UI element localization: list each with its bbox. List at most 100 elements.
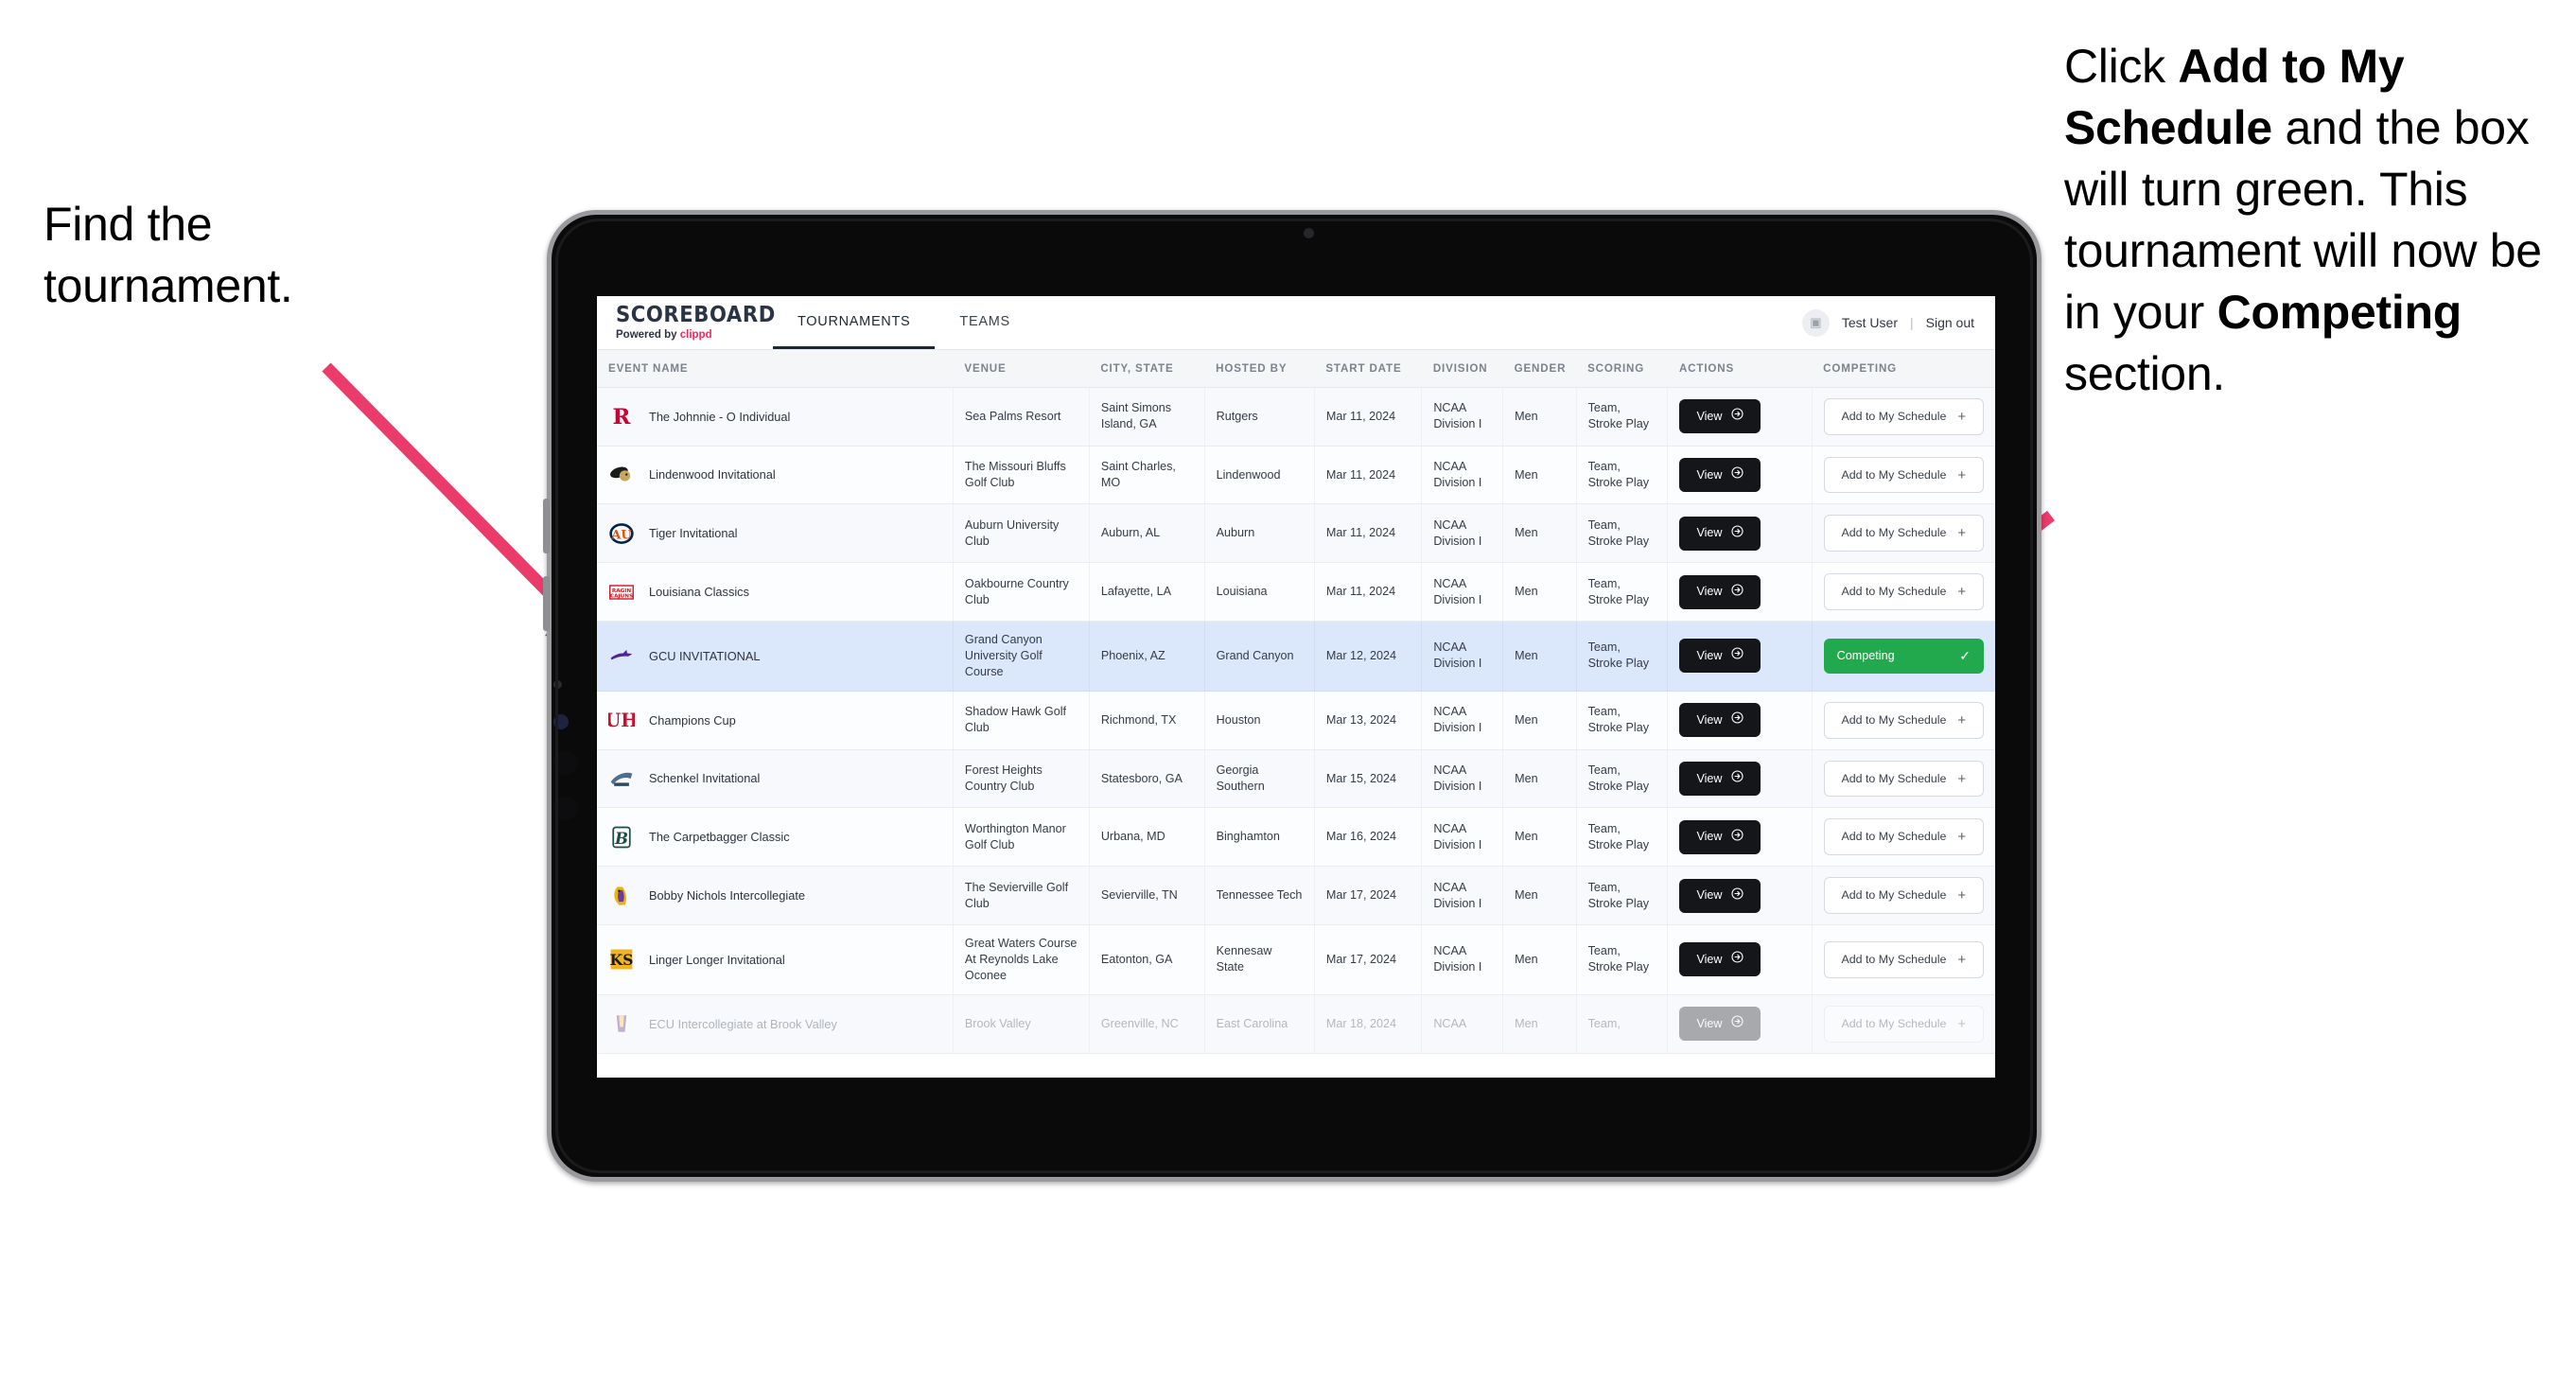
arrow-circle-right-icon	[1730, 1015, 1744, 1032]
table-row[interactable]: Lindenwood Invitational The Missouri Bluf…	[597, 446, 1995, 505]
view-button[interactable]: View	[1679, 703, 1761, 738]
table-row[interactable]: Schenkel Invitational Forest Heights Coun…	[597, 749, 1995, 809]
column-header-city-state: CITY, STATE	[1089, 350, 1205, 388]
view-button[interactable]: View	[1679, 458, 1761, 493]
table-row[interactable]: RAGIN CAJUNS Louisiana Classics Oakbourne C…	[597, 562, 1995, 622]
tab-teams[interactable]: TEAMS	[935, 296, 1034, 349]
cell-hosted-by: Grand Canyon	[1204, 621, 1315, 692]
cell-gender: Men	[1502, 924, 1577, 995]
sign-out-link[interactable]: Sign out	[1926, 315, 1974, 330]
powered-by-text: Powered by	[616, 329, 680, 341]
cell-actions: View	[1667, 994, 1813, 1054]
view-button[interactable]: View	[1679, 1007, 1761, 1042]
event-name-text: ECU Intercollegiate at Brook Valley	[649, 1016, 837, 1031]
view-button[interactable]: View	[1679, 399, 1761, 434]
table-row[interactable]: R The Johnnie - O Individual Sea Palms Res…	[597, 387, 1995, 447]
cell-competing: Add to My Schedule +	[1812, 924, 1995, 995]
view-button[interactable]: View	[1679, 878, 1761, 913]
view-button[interactable]: View	[1679, 819, 1761, 854]
cell-division: NCAA Division I	[1421, 387, 1504, 447]
cell-actions: View	[1667, 807, 1813, 868]
tournaments-table: EVENT NAME VENUE CITY, STATE HOSTED BY START…	[597, 350, 1995, 1054]
view-button[interactable]: View	[1679, 574, 1761, 609]
column-header-venue: VENUE	[953, 350, 1090, 388]
cell-gender: Men	[1502, 387, 1577, 447]
cell-venue: Great Waters Course At Reynolds Lake Oco…	[953, 924, 1090, 995]
bezel-dot	[553, 680, 562, 689]
cell-hosted-by: Louisiana	[1204, 562, 1315, 622]
view-button[interactable]: View	[1679, 639, 1761, 674]
column-header-hosted-by: HOSTED BY	[1204, 350, 1315, 388]
add-to-my-schedule-button[interactable]: Add to My Schedule +	[1823, 456, 1984, 494]
cell-gender: Men	[1502, 691, 1577, 750]
add-to-my-schedule-button[interactable]: Add to My Schedule +	[1823, 818, 1984, 856]
cell-division: NCAA Division I	[1421, 503, 1504, 564]
cell-competing: Add to My Schedule +	[1812, 691, 1995, 750]
check-icon: ✓	[1959, 648, 1971, 664]
view-button[interactable]: View	[1679, 762, 1761, 797]
cell-gender: Men	[1502, 562, 1577, 622]
svg-text:KS: KS	[609, 952, 633, 970]
table-row[interactable]: B The Carpetbagger Classic Worthington Man…	[597, 807, 1995, 868]
event-name-text: GCU INVITATIONAL	[649, 648, 761, 663]
volume-up-button[interactable]	[543, 499, 550, 553]
brand-subtitle: Powered by clippd	[616, 329, 773, 341]
table-row[interactable]: Bobby Nichols Intercollegiate The Sevierv…	[597, 866, 1995, 925]
event-name-text: Bobby Nichols Intercollegiate	[649, 887, 806, 903]
cell-city-state: Saint Simons Island, GA	[1089, 387, 1205, 447]
column-header-gender: GENDER	[1502, 350, 1577, 388]
view-button[interactable]: View	[1679, 516, 1761, 551]
add-to-my-schedule-button[interactable]: Add to My Schedule +	[1823, 573, 1984, 610]
volume-down-button[interactable]	[543, 576, 550, 631]
cell-gender: Men	[1502, 621, 1577, 692]
add-to-my-schedule-button[interactable]: Add to My Schedule +	[1823, 701, 1984, 739]
cell-competing: Add to My Schedule +	[1812, 562, 1995, 622]
add-to-my-schedule-button[interactable]: Add to My Schedule +	[1823, 515, 1984, 553]
tab-tournaments[interactable]: TOURNAMENTS	[773, 296, 936, 349]
cell-event-name: RAGIN CAJUNS Louisiana Classics	[597, 562, 954, 622]
table-row[interactable]: ECU Intercollegiate at Brook Valley Brook…	[597, 994, 1995, 1054]
add-to-my-schedule-button[interactable]: Add to My Schedule +	[1823, 760, 1984, 798]
cell-venue: Auburn University Club	[953, 503, 1090, 564]
add-to-my-schedule-button[interactable]: Add to My Schedule +	[1823, 1005, 1984, 1043]
cell-city-state: Auburn, AL	[1089, 503, 1205, 564]
add-to-my-schedule-button[interactable]: Add to My Schedule +	[1823, 941, 1984, 978]
view-button-label: View	[1696, 409, 1723, 423]
competing-button[interactable]: Competing ✓	[1823, 638, 1984, 674]
cell-event-name: R The Johnnie - O Individual	[597, 387, 954, 447]
front-camera-icon	[1304, 228, 1314, 238]
cell-start-date: Mar 15, 2024	[1314, 749, 1423, 809]
event-name-text: Tiger Invitational	[649, 526, 738, 541]
avatar[interactable]: ▣	[1801, 308, 1830, 337]
table-row[interactable]: GCU INVITATIONAL Grand Canyon University …	[597, 621, 1995, 692]
app-screen: SCOREBOARD Powered by clippd TOURNAMENTS…	[597, 296, 1995, 1078]
view-button-label: View	[1696, 585, 1723, 599]
cell-scoring: Team, Stroke Play	[1576, 446, 1669, 505]
cell-gender: Men	[1502, 866, 1577, 925]
cell-start-date: Mar 17, 2024	[1314, 866, 1423, 925]
table-row[interactable]: KS Linger Longer Invitational Great Waters…	[597, 924, 1995, 995]
cell-division: NCAA Division I	[1421, 866, 1504, 925]
arrow-circle-right-icon	[1730, 829, 1744, 846]
cell-actions: View	[1667, 503, 1813, 564]
cell-hosted-by: Kennesaw State	[1204, 924, 1315, 995]
arrow-circle-right-icon	[1730, 647, 1744, 664]
plus-icon: +	[1957, 466, 1967, 483]
event-name-text: The Johnnie - O Individual	[649, 409, 791, 424]
cell-city-state: Urbana, MD	[1089, 807, 1205, 868]
add-to-my-schedule-label: Add to My Schedule	[1841, 712, 1947, 727]
plus-icon: +	[1957, 584, 1967, 601]
table-row[interactable]: UH Champions Cup Shadow Hawk Golf ClubRich…	[597, 691, 1995, 750]
cell-start-date: Mar 16, 2024	[1314, 807, 1423, 868]
arrow-circle-right-icon	[1730, 525, 1744, 542]
add-to-my-schedule-button[interactable]: Add to My Schedule +	[1823, 877, 1984, 914]
add-to-my-schedule-button[interactable]: Add to My Schedule +	[1823, 398, 1984, 435]
cell-competing: Add to My Schedule +	[1812, 503, 1995, 564]
cell-division: NCAA Division I	[1421, 562, 1504, 622]
view-button[interactable]: View	[1679, 942, 1761, 977]
view-button-label: View	[1696, 771, 1723, 785]
cell-actions: View	[1667, 749, 1813, 809]
view-button-label: View	[1696, 952, 1723, 966]
cell-event-name: Lindenwood Invitational	[597, 446, 954, 505]
table-row[interactable]: AU Tiger Invitational Auburn University Cl…	[597, 503, 1995, 564]
